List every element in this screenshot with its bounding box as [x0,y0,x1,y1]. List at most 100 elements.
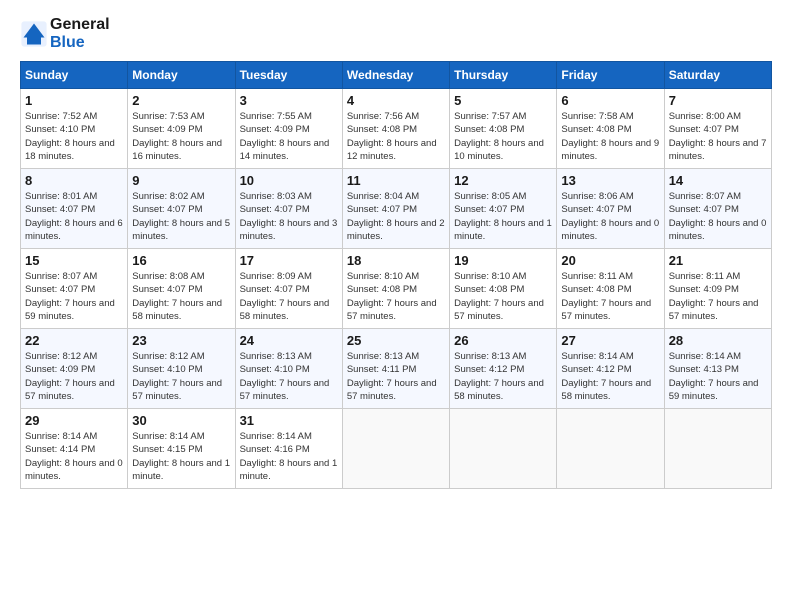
cell-date: 31 [240,413,338,428]
cell-info: Sunrise: 8:10 AM Sunset: 4:08 PM Dayligh… [347,270,445,323]
weekday-header-tuesday: Tuesday [235,62,342,89]
cell-date: 12 [454,173,552,188]
calendar-cell: 15 Sunrise: 8:07 AM Sunset: 4:07 PM Dayl… [21,249,128,329]
calendar-cell: 22 Sunrise: 8:12 AM Sunset: 4:09 PM Dayl… [21,329,128,409]
cell-info: Sunrise: 8:12 AM Sunset: 4:10 PM Dayligh… [132,350,230,403]
cell-date: 17 [240,253,338,268]
cell-date: 18 [347,253,445,268]
cell-info: Sunrise: 7:52 AM Sunset: 4:10 PM Dayligh… [25,110,123,163]
cell-date: 25 [347,333,445,348]
cell-date: 13 [561,173,659,188]
cell-date: 28 [669,333,767,348]
calendar-cell: 23 Sunrise: 8:12 AM Sunset: 4:10 PM Dayl… [128,329,235,409]
weekday-header-row: SundayMondayTuesdayWednesdayThursdayFrid… [21,62,772,89]
weekday-header-saturday: Saturday [664,62,771,89]
calendar-cell: 28 Sunrise: 8:14 AM Sunset: 4:13 PM Dayl… [664,329,771,409]
calendar-week-1: 1 Sunrise: 7:52 AM Sunset: 4:10 PM Dayli… [21,89,772,169]
cell-date: 23 [132,333,230,348]
cell-info: Sunrise: 8:06 AM Sunset: 4:07 PM Dayligh… [561,190,659,243]
cell-date: 30 [132,413,230,428]
weekday-header-friday: Friday [557,62,664,89]
calendar-cell: 8 Sunrise: 8:01 AM Sunset: 4:07 PM Dayli… [21,169,128,249]
calendar-cell: 29 Sunrise: 8:14 AM Sunset: 4:14 PM Dayl… [21,409,128,489]
calendar-week-5: 29 Sunrise: 8:14 AM Sunset: 4:14 PM Dayl… [21,409,772,489]
cell-date: 1 [25,93,123,108]
calendar-cell: 21 Sunrise: 8:11 AM Sunset: 4:09 PM Dayl… [664,249,771,329]
cell-date: 10 [240,173,338,188]
calendar-cell: 3 Sunrise: 7:55 AM Sunset: 4:09 PM Dayli… [235,89,342,169]
calendar-cell [342,409,449,489]
calendar-cell: 9 Sunrise: 8:02 AM Sunset: 4:07 PM Dayli… [128,169,235,249]
calendar-cell: 6 Sunrise: 7:58 AM Sunset: 4:08 PM Dayli… [557,89,664,169]
calendar-cell [450,409,557,489]
calendar-cell: 14 Sunrise: 8:07 AM Sunset: 4:07 PM Dayl… [664,169,771,249]
weekday-header-thursday: Thursday [450,62,557,89]
calendar-cell: 31 Sunrise: 8:14 AM Sunset: 4:16 PM Dayl… [235,409,342,489]
cell-info: Sunrise: 8:14 AM Sunset: 4:12 PM Dayligh… [561,350,659,403]
calendar-cell: 2 Sunrise: 7:53 AM Sunset: 4:09 PM Dayli… [128,89,235,169]
cell-date: 6 [561,93,659,108]
calendar-cell: 10 Sunrise: 8:03 AM Sunset: 4:07 PM Dayl… [235,169,342,249]
cell-date: 22 [25,333,123,348]
calendar-cell: 19 Sunrise: 8:10 AM Sunset: 4:08 PM Dayl… [450,249,557,329]
cell-date: 9 [132,173,230,188]
cell-info: Sunrise: 8:14 AM Sunset: 4:14 PM Dayligh… [25,430,123,483]
cell-info: Sunrise: 8:13 AM Sunset: 4:10 PM Dayligh… [240,350,338,403]
weekday-header-sunday: Sunday [21,62,128,89]
cell-date: 24 [240,333,338,348]
calendar-cell: 24 Sunrise: 8:13 AM Sunset: 4:10 PM Dayl… [235,329,342,409]
calendar-week-3: 15 Sunrise: 8:07 AM Sunset: 4:07 PM Dayl… [21,249,772,329]
cell-info: Sunrise: 8:09 AM Sunset: 4:07 PM Dayligh… [240,270,338,323]
calendar-cell: 7 Sunrise: 8:00 AM Sunset: 4:07 PM Dayli… [664,89,771,169]
calendar-cell [557,409,664,489]
calendar-cell: 20 Sunrise: 8:11 AM Sunset: 4:08 PM Dayl… [557,249,664,329]
logo: General Blue [20,16,110,51]
cell-date: 11 [347,173,445,188]
cell-date: 29 [25,413,123,428]
cell-info: Sunrise: 8:14 AM Sunset: 4:16 PM Dayligh… [240,430,338,483]
calendar-table: SundayMondayTuesdayWednesdayThursdayFrid… [20,61,772,489]
cell-info: Sunrise: 8:14 AM Sunset: 4:15 PM Dayligh… [132,430,230,483]
cell-info: Sunrise: 7:57 AM Sunset: 4:08 PM Dayligh… [454,110,552,163]
cell-info: Sunrise: 8:10 AM Sunset: 4:08 PM Dayligh… [454,270,552,323]
cell-info: Sunrise: 7:58 AM Sunset: 4:08 PM Dayligh… [561,110,659,163]
calendar-cell [664,409,771,489]
calendar-week-4: 22 Sunrise: 8:12 AM Sunset: 4:09 PM Dayl… [21,329,772,409]
cell-info: Sunrise: 8:07 AM Sunset: 4:07 PM Dayligh… [25,270,123,323]
calendar-cell: 27 Sunrise: 8:14 AM Sunset: 4:12 PM Dayl… [557,329,664,409]
cell-date: 14 [669,173,767,188]
cell-info: Sunrise: 8:12 AM Sunset: 4:09 PM Dayligh… [25,350,123,403]
calendar-cell: 18 Sunrise: 8:10 AM Sunset: 4:08 PM Dayl… [342,249,449,329]
cell-date: 20 [561,253,659,268]
cell-date: 19 [454,253,552,268]
calendar-cell: 16 Sunrise: 8:08 AM Sunset: 4:07 PM Dayl… [128,249,235,329]
calendar-cell: 30 Sunrise: 8:14 AM Sunset: 4:15 PM Dayl… [128,409,235,489]
cell-info: Sunrise: 8:11 AM Sunset: 4:09 PM Dayligh… [669,270,767,323]
cell-info: Sunrise: 8:02 AM Sunset: 4:07 PM Dayligh… [132,190,230,243]
cell-info: Sunrise: 8:13 AM Sunset: 4:11 PM Dayligh… [347,350,445,403]
cell-info: Sunrise: 8:00 AM Sunset: 4:07 PM Dayligh… [669,110,767,163]
cell-date: 16 [132,253,230,268]
cell-info: Sunrise: 8:11 AM Sunset: 4:08 PM Dayligh… [561,270,659,323]
cell-info: Sunrise: 8:14 AM Sunset: 4:13 PM Dayligh… [669,350,767,403]
calendar-cell: 1 Sunrise: 7:52 AM Sunset: 4:10 PM Dayli… [21,89,128,169]
cell-info: Sunrise: 8:13 AM Sunset: 4:12 PM Dayligh… [454,350,552,403]
calendar-cell: 12 Sunrise: 8:05 AM Sunset: 4:07 PM Dayl… [450,169,557,249]
logo-icon [20,20,48,48]
weekday-header-wednesday: Wednesday [342,62,449,89]
cell-date: 2 [132,93,230,108]
calendar-cell: 26 Sunrise: 8:13 AM Sunset: 4:12 PM Dayl… [450,329,557,409]
calendar-cell: 13 Sunrise: 8:06 AM Sunset: 4:07 PM Dayl… [557,169,664,249]
cell-date: 27 [561,333,659,348]
cell-date: 8 [25,173,123,188]
cell-info: Sunrise: 8:03 AM Sunset: 4:07 PM Dayligh… [240,190,338,243]
cell-date: 26 [454,333,552,348]
cell-info: Sunrise: 7:53 AM Sunset: 4:09 PM Dayligh… [132,110,230,163]
cell-info: Sunrise: 7:55 AM Sunset: 4:09 PM Dayligh… [240,110,338,163]
cell-date: 7 [669,93,767,108]
page: General Blue SundayMondayTuesdayWednesda… [0,0,792,612]
calendar-cell: 25 Sunrise: 8:13 AM Sunset: 4:11 PM Dayl… [342,329,449,409]
cell-info: Sunrise: 8:05 AM Sunset: 4:07 PM Dayligh… [454,190,552,243]
cell-date: 5 [454,93,552,108]
cell-info: Sunrise: 8:08 AM Sunset: 4:07 PM Dayligh… [132,270,230,323]
